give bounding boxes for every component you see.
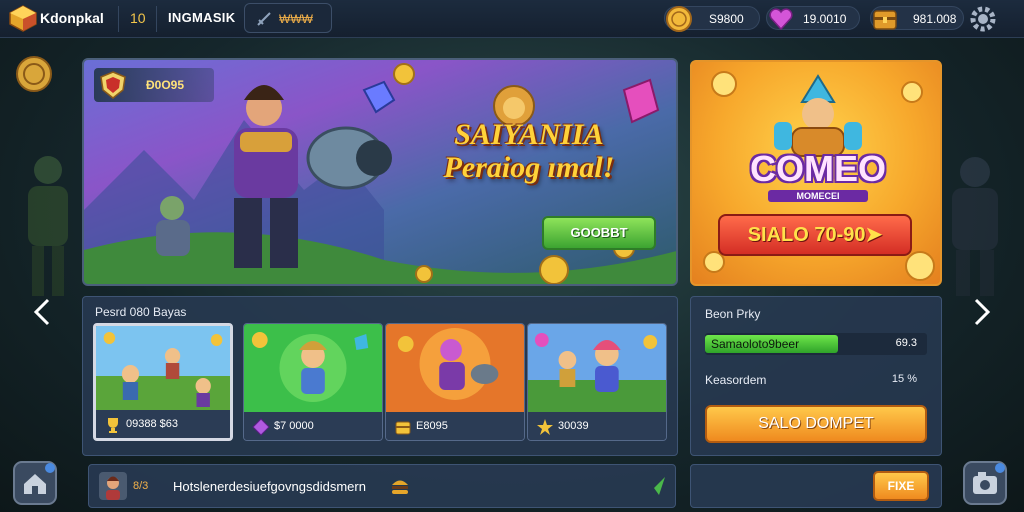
event-badge: Ð0O95 [94,68,214,102]
game-tile-value: E8095 [416,420,448,432]
game-tile-value: 09388 $63 [126,418,178,430]
promo-claim-button[interactable]: SIALO 70-90➤ [718,214,912,256]
treasure-chest-icon [873,10,897,30]
send-icon[interactable] [643,475,667,499]
heart-gem-icon [769,8,793,31]
stat-row-label: Keasordem [705,373,767,387]
game-tile-footer: 30039 [528,412,666,440]
game-tile-footer: 09388 $63 [96,410,230,438]
divider [118,6,119,32]
purple-gem-icon [252,418,270,436]
gear-icon[interactable] [968,4,998,34]
currency-value: 19.0010 [803,12,847,26]
currency-gold[interactable]: S9800 [664,6,760,32]
background-hero-image [28,156,68,296]
games-panel-title: Pesrd 080 Bayas [95,305,187,319]
top-bar: Kdonpkal 10 INGMASIK ₩₩₩ S9800 19.0010 9… [0,0,1024,38]
avatar[interactable] [99,472,127,500]
promo-title: COMEO [749,148,886,189]
banner-title-line1: SAIYANIIA [454,118,604,151]
game-tile-art [244,324,382,412]
chat-bar[interactable]: 8/3 Hotslenerdesiuefgovngsdidsmern [88,464,676,508]
banner-title: SAIYANIIA Peraiog ımal! [384,118,674,184]
currency-value: 981.008 [913,12,957,26]
background-hero-image [952,157,998,296]
claim-button[interactable]: SALO DOMPET [705,405,927,443]
game-tile[interactable]: $7 0000 [243,323,383,441]
event-badge-label: Ð0O95 [146,78,185,92]
gold-star-icon [537,419,553,435]
game-tile-art [96,326,230,414]
brand-name: Kdonpkal [40,10,104,26]
gold-coin-icon [666,6,692,32]
stat-row-value: 15 % [891,373,917,385]
game-tile[interactable]: 30039 [527,323,667,441]
nav-pill-label: ₩₩₩ [279,12,313,26]
gold-chest-icon [395,421,411,435]
trophy-icon [108,418,118,433]
game-tile-art [386,324,524,412]
chat-message: Hotslenerdesiuefgovngsdidsmern [173,479,366,494]
promo-card[interactable]: COMEO MOMECEI SIALO 70-90➤ [690,60,942,286]
progress-panel: Beon Prky Samaoloto9beer 69.3 Keasordem … [690,296,942,456]
fire-button[interactable]: FIXE [873,471,929,501]
game-tile-footer: $7 0000 [244,412,382,440]
currency-gems[interactable]: 19.0010 [766,6,860,31]
chat-count: 8/3 [133,480,149,492]
progress-panel-title: Beon Prky [705,307,761,321]
home-icon[interactable] [12,460,58,506]
burger-emoji-icon[interactable] [389,475,411,497]
nav-pill-button[interactable]: ₩₩₩ [244,3,332,33]
banner-action-button[interactable]: GOOBBT [542,216,656,250]
banner-title-line2: Peraiog ımal! [443,151,615,184]
game-tile-art [528,324,666,412]
promo-hero-character [774,74,862,157]
game-tile-footer: E8095 [386,412,524,440]
featured-event-banner[interactable]: Ð0O95 SAIYANIIA Peraiog ımal! GOOBBT [82,58,678,286]
stat-row: Keasordem 15 % [705,373,927,389]
divider [156,6,157,32]
player-name[interactable]: INGMASIK [168,10,235,25]
game-tile[interactable]: 09388 $63 [93,323,233,441]
chevron-left-icon[interactable] [30,296,54,328]
sword-icon [257,12,271,26]
friends-bar: FIXE [690,464,942,508]
game-tile-value: $7 0000 [274,420,314,432]
progress-bar-value: 69.3 [895,337,917,349]
progress-bar-label: Samaoloto9beer [711,337,800,351]
currency-chest[interactable]: 981.008 [870,6,964,30]
currency-value: S9800 [709,12,744,26]
chevron-right-icon[interactable] [970,296,994,328]
camera-icon[interactable] [962,460,1008,506]
progress-bar: Samaoloto9beer 69.3 [705,333,927,355]
player-level: 10 [130,10,146,26]
game-tile[interactable]: E8095 [385,323,525,441]
game-tile-value: 30039 [558,420,589,432]
shield-icon [100,71,126,99]
games-panel: Pesrd 080 Bayas 09388 $63 $7 0000 E8095 … [82,296,678,456]
gold-coin-icon [16,56,52,92]
game-logo-icon[interactable] [8,4,38,32]
promo-subtitle: MOMECEI [768,190,868,202]
